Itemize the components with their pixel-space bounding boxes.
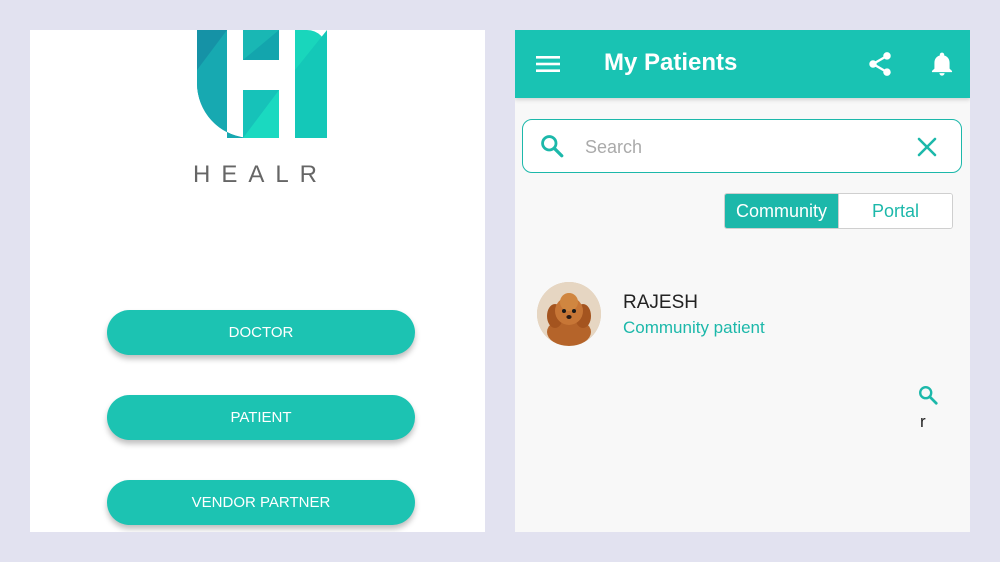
menu-icon[interactable] <box>535 52 561 76</box>
avatar <box>537 282 601 346</box>
search-label: r <box>920 412 926 431</box>
search-icon[interactable] <box>917 384 939 406</box>
patient-source-toggle: Community Portal <box>724 193 953 229</box>
tab-portal[interactable]: Portal <box>838 194 952 228</box>
search-icon <box>541 135 564 158</box>
list-item[interactable]: RAJESH Community patient <box>537 280 957 346</box>
share-icon[interactable] <box>866 50 894 78</box>
close-icon[interactable] <box>915 135 939 159</box>
patient-button[interactable]: PATIENT <box>107 395 415 440</box>
brand-name: HEALR <box>192 161 329 188</box>
app-bar: My Patients <box>515 30 970 98</box>
bell-icon[interactable] <box>928 50 956 78</box>
page-title: My Patients <box>604 49 738 76</box>
search-input[interactable] <box>583 132 887 162</box>
my-patients-screen: My Patients Community Portal <box>515 30 970 532</box>
role-selection-screen: HEALR DOCTOR PATIENT VENDOR PARTNER <box>30 30 485 532</box>
tab-community[interactable]: Community <box>725 194 838 228</box>
patient-type: Community patient <box>623 318 765 337</box>
patient-name: RAJESH <box>623 292 698 313</box>
vendor-partner-button[interactable]: VENDOR PARTNER <box>107 480 415 525</box>
healr-logo <box>197 30 327 138</box>
doctor-button[interactable]: DOCTOR <box>107 310 415 355</box>
search-bar <box>522 119 962 173</box>
